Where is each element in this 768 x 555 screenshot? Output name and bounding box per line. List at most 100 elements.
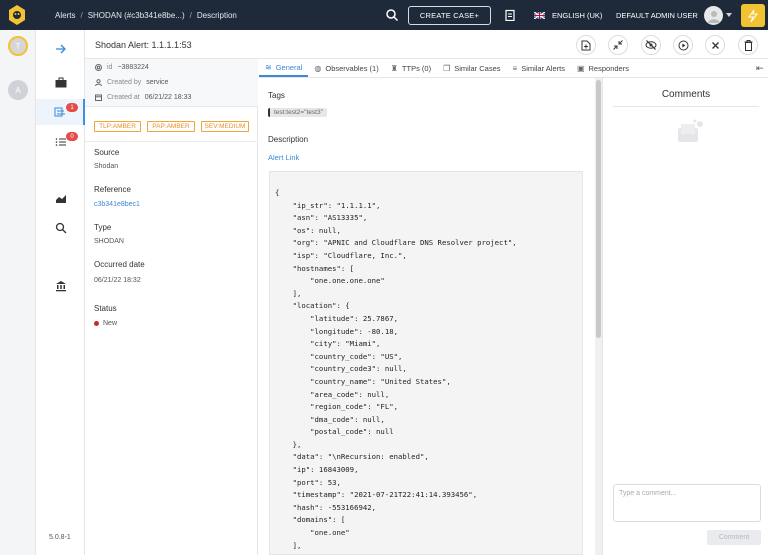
reference-label: Reference — [94, 185, 131, 194]
status-dot-icon — [94, 320, 99, 326]
reference-value[interactable]: c3b341e8bec1 — [94, 201, 140, 208]
nav-alerts[interactable]: 1 — [36, 99, 85, 125]
content-scrollbar[interactable] — [595, 78, 602, 555]
chess-icon: ♜ — [390, 63, 398, 73]
tab-observables[interactable]: ◍ Observables (1) — [308, 59, 384, 77]
language-label: ENGLISH (UK) — [552, 10, 603, 20]
organisation-sidebar: T A — [0, 30, 36, 555]
merge-button[interactable] — [608, 35, 628, 55]
user-menu[interactable]: DEFAULT ADMIN USER — [616, 0, 698, 30]
meta-created-by: Created by service — [95, 77, 168, 87]
app-version: 5.0.8-1 — [49, 534, 71, 541]
arrow-right-icon — [55, 44, 66, 54]
alert-details-panel: id ~3883224 Created by service Created a… — [85, 59, 258, 555]
empty-comments-icon — [675, 118, 705, 148]
comment-submit-button[interactable]: Comment — [707, 530, 761, 545]
user-icon — [95, 78, 102, 86]
breadcrumb-description: Description — [196, 10, 237, 20]
source-value: Shodan — [94, 163, 119, 170]
tab-similar-alerts[interactable]: ≡ Similar Alerts — [507, 59, 571, 77]
calendar-icon — [95, 94, 102, 101]
breadcrumb-alert[interactable]: SHODAN (#c3b341e8be...) — [88, 11, 185, 20]
org-avatar-t[interactable]: T — [8, 36, 28, 56]
alert-meta: id ~3883224 Created by service Created a… — [85, 59, 258, 107]
source-label: Source — [94, 148, 120, 157]
alert-tabs: ≋ General ◍ Observables (1) ♜ TTPs (0) ❐ Sim… — [259, 59, 768, 78]
user-name: DEFAULT ADMIN USER — [616, 10, 698, 20]
ignore-button[interactable] — [641, 35, 661, 55]
status-label: Status — [94, 304, 117, 313]
pap-tag: PAP:AMBER — [147, 121, 195, 132]
clone-icon: ❐ — [443, 63, 451, 73]
breadcrumb: Alerts / SHODAN (#c3b341e8be...) / Descr… — [55, 10, 237, 20]
created-by-value: service — [146, 78, 169, 86]
language-selector[interactable]: ENGLISH (UK) — [534, 0, 602, 30]
tasks-count-badge: 0 — [66, 132, 78, 141]
collapse-panel-icon[interactable]: ⇤ — [756, 63, 764, 74]
comments-panel: Comments Type a comment... Comment — [602, 78, 768, 555]
cog-box-icon: ▣ — [576, 63, 585, 73]
meta-id: id ~3883224 — [95, 62, 149, 72]
type-label: Type — [94, 223, 112, 232]
fingerprint-icon — [95, 63, 102, 71]
tab-ttps[interactable]: ♜ TTPs (0) — [385, 59, 437, 77]
trash-icon — [744, 39, 752, 51]
globe-icon: ◍ — [314, 63, 322, 73]
tags-heading: Tags — [268, 91, 285, 100]
expand-nav-button[interactable] — [36, 36, 85, 62]
chevron-down-icon[interactable] — [726, 13, 732, 17]
bell-list-icon: ≡ — [512, 63, 518, 73]
close-button[interactable] — [705, 35, 725, 55]
occurred-date-value: 06/21/22 18:32 — [94, 277, 141, 284]
created-at-value: 06/21/22 18:33 — [144, 93, 192, 101]
tasks-icon — [55, 138, 66, 146]
export-button[interactable] — [576, 35, 596, 55]
tlp-tag: TLP:AMBER — [94, 121, 141, 132]
nav-cases[interactable] — [36, 69, 85, 95]
close-icon — [711, 41, 719, 49]
comments-divider — [613, 106, 759, 107]
chart-area-icon — [55, 195, 66, 203]
tab-responders[interactable]: ▣ Responders — [571, 59, 635, 77]
eye-slash-icon — [645, 40, 657, 50]
clipboard-icon[interactable] — [504, 9, 516, 22]
briefcase-icon — [55, 77, 66, 87]
comments-title: Comments — [661, 89, 711, 100]
alert-title: Shodan Alert: 1.1.1.1:53 — [95, 40, 192, 50]
comment-input[interactable]: Type a comment... — [613, 484, 761, 522]
lightning-icon[interactable] — [741, 4, 765, 27]
custom-tag: test:test2="test3" — [268, 108, 327, 117]
search-icon — [55, 222, 66, 234]
run-responder-button[interactable] — [673, 35, 693, 55]
search-icon[interactable] — [385, 8, 399, 22]
tab-general[interactable]: ≋ General — [259, 59, 309, 77]
nav-tasks[interactable]: 0 — [36, 129, 85, 155]
compress-icon — [613, 40, 623, 50]
file-export-icon — [581, 40, 591, 50]
play-circle-icon — [678, 40, 688, 50]
tab-similar-cases[interactable]: ❐ Similar Cases — [437, 59, 506, 77]
org-avatar-a[interactable]: A — [8, 80, 28, 100]
user-avatar[interactable] — [704, 6, 723, 25]
nav-dashboards[interactable] — [36, 186, 85, 212]
thehive-logo-icon[interactable] — [0, 0, 34, 30]
description-code-block: { "ip_str": "1.1.1.1", "asn": "AS13335",… — [269, 171, 583, 555]
alerts-count-badge: 1 — [66, 103, 78, 112]
occurred-date-label: Occurred date — [94, 260, 145, 269]
meta-created-at: Created at 06/21/22 18:33 — [95, 92, 191, 102]
bank-icon — [55, 281, 66, 292]
uk-flag-icon — [534, 11, 545, 19]
breadcrumb-alerts[interactable]: Alerts — [55, 11, 75, 20]
alert-link[interactable]: Alert Link — [268, 153, 299, 162]
delete-button[interactable] — [738, 35, 758, 55]
wifi-icon: ≋ — [265, 62, 272, 72]
alert-id: ~3883224 — [117, 63, 149, 71]
severity-tag: SEV:MEDIUM — [201, 121, 249, 132]
alerts-icon — [54, 107, 65, 117]
details-divider — [85, 141, 258, 142]
create-case-button[interactable]: CREATE CASE+ — [408, 6, 491, 25]
scrollbar-thumb[interactable] — [596, 80, 601, 338]
status-value: New — [94, 320, 117, 327]
nav-organisation[interactable] — [36, 273, 85, 299]
nav-search[interactable] — [36, 215, 85, 241]
